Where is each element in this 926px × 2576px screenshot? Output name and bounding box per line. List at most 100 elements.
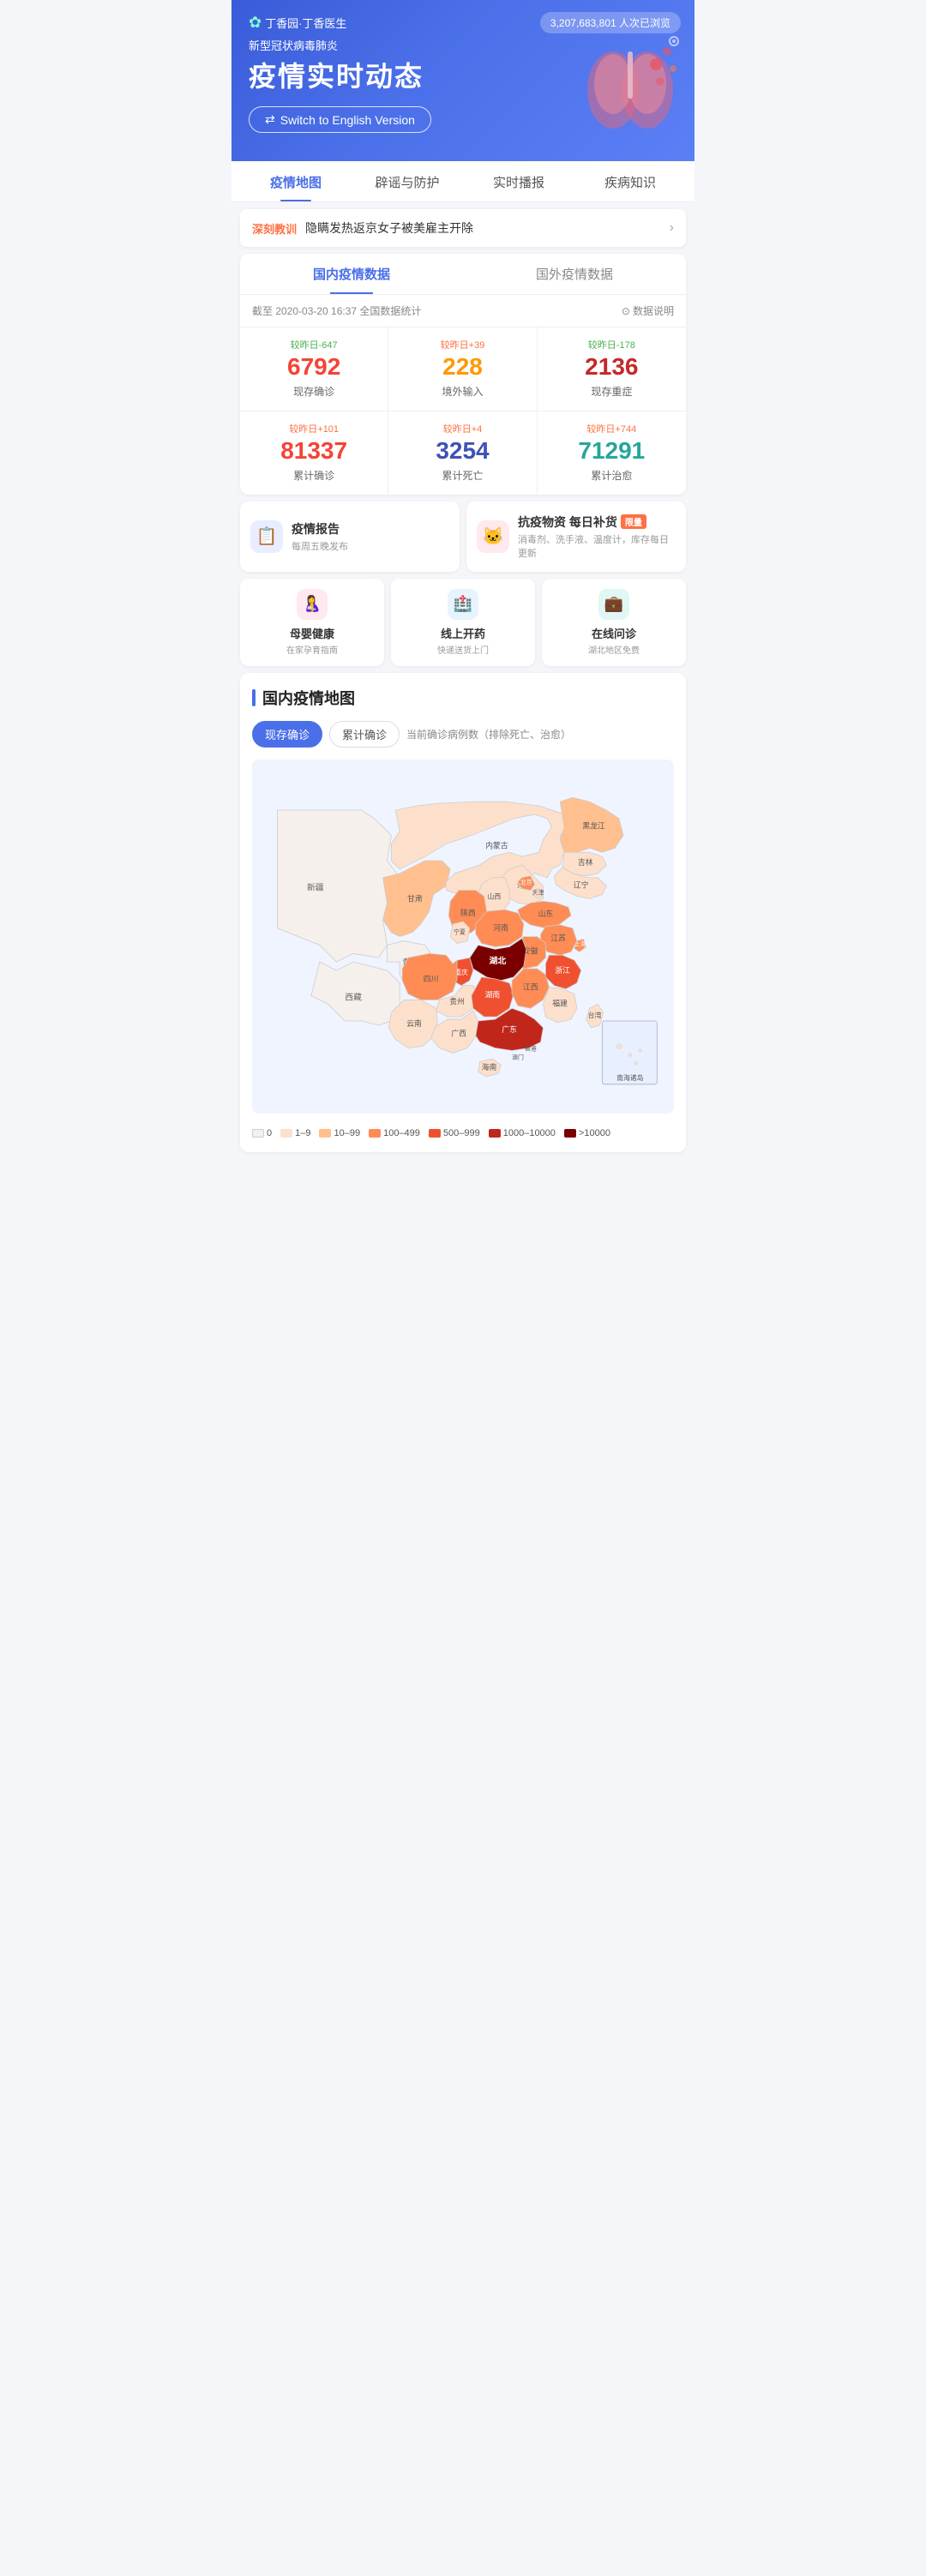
label-overseas-import: 境外输入 [397, 384, 527, 399]
number-severe: 2136 [546, 354, 677, 381]
label-guizhou: 贵州 [449, 996, 465, 1006]
service-subtitle-medicine: 快递送货上门 [437, 643, 489, 656]
legend-item-2: 10–99 [319, 1128, 360, 1138]
data-tabs: 国内疫情数据 国外疫情数据 [240, 254, 686, 295]
legend-box-5 [489, 1129, 501, 1138]
legend-label-6: >10000 [579, 1128, 610, 1138]
data-help[interactable]: ⊙ 数据说明 [622, 303, 674, 318]
diff-total-confirmed: 较昨日+101 [249, 422, 379, 435]
service-card-consult[interactable]: 💼 在线问诊 湖北地区免费 [542, 579, 686, 666]
label-jiangxi: 江西 [523, 982, 538, 991]
label-taiwan: 台湾 [588, 1011, 602, 1019]
supplies-icon: 🐱 [477, 520, 509, 553]
label-hubei: 湖北 [490, 955, 507, 966]
english-btn-label: Switch to English Version [280, 113, 415, 127]
legend-item-6: >10000 [564, 1128, 610, 1138]
data-cell-current-confirmed: 较昨日-647 6792 现存确诊 [240, 327, 388, 411]
service-card-medicine[interactable]: 🏥 线上开药 快递送货上门 [391, 579, 535, 666]
consult-icon: 💼 [598, 589, 629, 620]
number-total-confirmed: 81337 [249, 438, 379, 465]
service-info-supplies: 抗疫物资 每日补货 限量 消毒剂、洗手液、温度计，库存每日更新 [518, 513, 676, 560]
service-subtitle-consult: 湖北地区免费 [588, 643, 640, 656]
logo-text: 丁香园·丁香医生 [265, 15, 346, 31]
china-map-svg: 新疆 西藏 青海 甘肃 内蒙古 黑龙江 吉林 [252, 760, 674, 1114]
label-shanghai: 上海 [574, 940, 586, 947]
label-fujian: 福建 [552, 998, 568, 1007]
help-circle-icon: ⊙ [622, 305, 630, 317]
map-section-title: 国内疫情地图 [252, 687, 674, 709]
legend-label-5: 1000–10000 [503, 1128, 556, 1138]
label-gansu: 甘肃 [407, 893, 423, 903]
medicine-icon: 🏥 [448, 589, 478, 620]
service-card-supplies[interactable]: 🐱 抗疫物资 每日补货 限量 消毒剂、洗手液、温度计，库存每日更新 [466, 501, 686, 572]
number-total-recovered: 71291 [546, 438, 677, 465]
legend-box-2 [319, 1129, 331, 1138]
data-grid: 较昨日-647 6792 现存确诊 较昨日+39 228 境外输入 较昨日-17… [240, 327, 686, 495]
service-section-top: 📋 疫情报告 每周五晚发布 🐱 抗疫物资 每日补货 限量 消毒剂、洗手液、温度计… [240, 501, 686, 572]
nav-tab-map[interactable]: 疫情地图 [240, 161, 352, 201]
report-icon: 📋 [250, 520, 283, 553]
service-title-consult: 在线问诊 [592, 625, 636, 641]
legend-label-2: 10–99 [334, 1128, 360, 1138]
data-meta-text: 截至 2020-03-20 16:37 全国数据统计 [252, 303, 421, 318]
label-nanhai: 南海诸岛 [616, 1073, 644, 1082]
legend-label-4: 500–999 [443, 1128, 480, 1138]
nav-tab-rumor[interactable]: 辟谣与防护 [352, 161, 463, 201]
label-guangdong: 广东 [502, 1024, 517, 1033]
nav-tab-live[interactable]: 实时播报 [463, 161, 574, 201]
logo-icon: ✿ [249, 14, 262, 32]
label-tibet: 西藏 [345, 992, 362, 1002]
label-severe: 现存重症 [546, 384, 677, 399]
label-jilin: 吉林 [578, 857, 593, 867]
label-current-confirmed: 现存确诊 [249, 384, 379, 399]
filter-desc: 当前确诊病例数（排除死亡、治愈） [406, 727, 571, 742]
service-subtitle-supplies: 消毒剂、洗手液、温度计，库存每日更新 [518, 532, 676, 560]
filter-btn-current[interactable]: 现存确诊 [252, 721, 322, 748]
label-guangxi: 广西 [451, 1028, 466, 1037]
legend-item-0: 0 [252, 1128, 272, 1138]
legend-item-4: 500–999 [429, 1128, 480, 1138]
service-info-report: 疫情报告 每周五晚发布 [292, 520, 348, 553]
label-shanxi: 山西 [488, 892, 502, 900]
diff-total-death: 较昨日+4 [397, 422, 527, 435]
number-current-confirmed: 6792 [249, 354, 379, 381]
map-section: 国内疫情地图 现存确诊 累计确诊 当前确诊病例数（排除死亡、治愈） 新疆 西藏 … [240, 673, 686, 1152]
map-filter-row: 现存确诊 累计确诊 当前确诊病例数（排除死亡、治愈） [252, 721, 674, 748]
legend-label-0: 0 [267, 1128, 272, 1138]
legend-box-1 [280, 1129, 292, 1138]
legend-box-4 [429, 1129, 441, 1138]
data-cell-severe: 较昨日-178 2136 现存重症 [538, 327, 686, 411]
number-total-death: 3254 [397, 438, 527, 465]
news-banner[interactable]: 深刻教训 隐瞒发热返京女子被美雇主开除 › [240, 209, 686, 247]
label-neimenggu: 内蒙古 [485, 840, 508, 850]
data-tab-overseas[interactable]: 国外疫情数据 [463, 254, 686, 294]
service-title-supplies: 抗疫物资 每日补货 限量 [518, 513, 676, 531]
lung-decoration [574, 26, 686, 146]
filter-btn-total[interactable]: 累计确诊 [329, 721, 400, 748]
map-legend: 0 1–9 10–99 100–499 500–999 1000–10000 >… [252, 1128, 674, 1138]
data-tab-domestic[interactable]: 国内疫情数据 [240, 254, 463, 294]
legend-box-0 [252, 1129, 264, 1138]
diff-current-confirmed: 较昨日-647 [249, 338, 379, 351]
maternal-icon: 🤱 [297, 589, 328, 620]
nav-tab-knowledge[interactable]: 疾病知识 [574, 161, 686, 201]
service-subtitle-report: 每周五晚发布 [292, 539, 348, 553]
page-header: ✿ 丁香园·丁香医生 3,207,683,801 人次已浏览 新型冠状病毒肺炎 … [232, 0, 694, 161]
label-total-confirmed: 累计确诊 [249, 468, 379, 483]
label-shaanxi: 陕西 [460, 908, 476, 917]
news-arrow-icon: › [670, 220, 674, 236]
number-overseas-import: 228 [397, 354, 527, 381]
label-zhejiang: 浙江 [555, 965, 570, 975]
service-card-maternal[interactable]: 🤱 母婴健康 在家孕育指南 [240, 579, 384, 666]
limit-badge: 限量 [621, 514, 646, 529]
label-hainan: 海南 [482, 1062, 497, 1072]
label-heilongjiang: 黑龙江 [582, 820, 605, 830]
english-version-button[interactable]: ⇄ Switch to English Version [249, 106, 431, 133]
legend-item-1: 1–9 [280, 1128, 310, 1138]
service-card-report[interactable]: 📋 疫情报告 每周五晚发布 [240, 501, 460, 572]
legend-label-3: 100–499 [383, 1128, 420, 1138]
label-total-death: 累计死亡 [397, 468, 527, 483]
nav-tabs: 疫情地图 辟谣与防护 实时播报 疾病知识 [232, 161, 694, 202]
label-ningxia: 宁夏 [454, 928, 466, 935]
diff-overseas-import: 较昨日+39 [397, 338, 527, 351]
